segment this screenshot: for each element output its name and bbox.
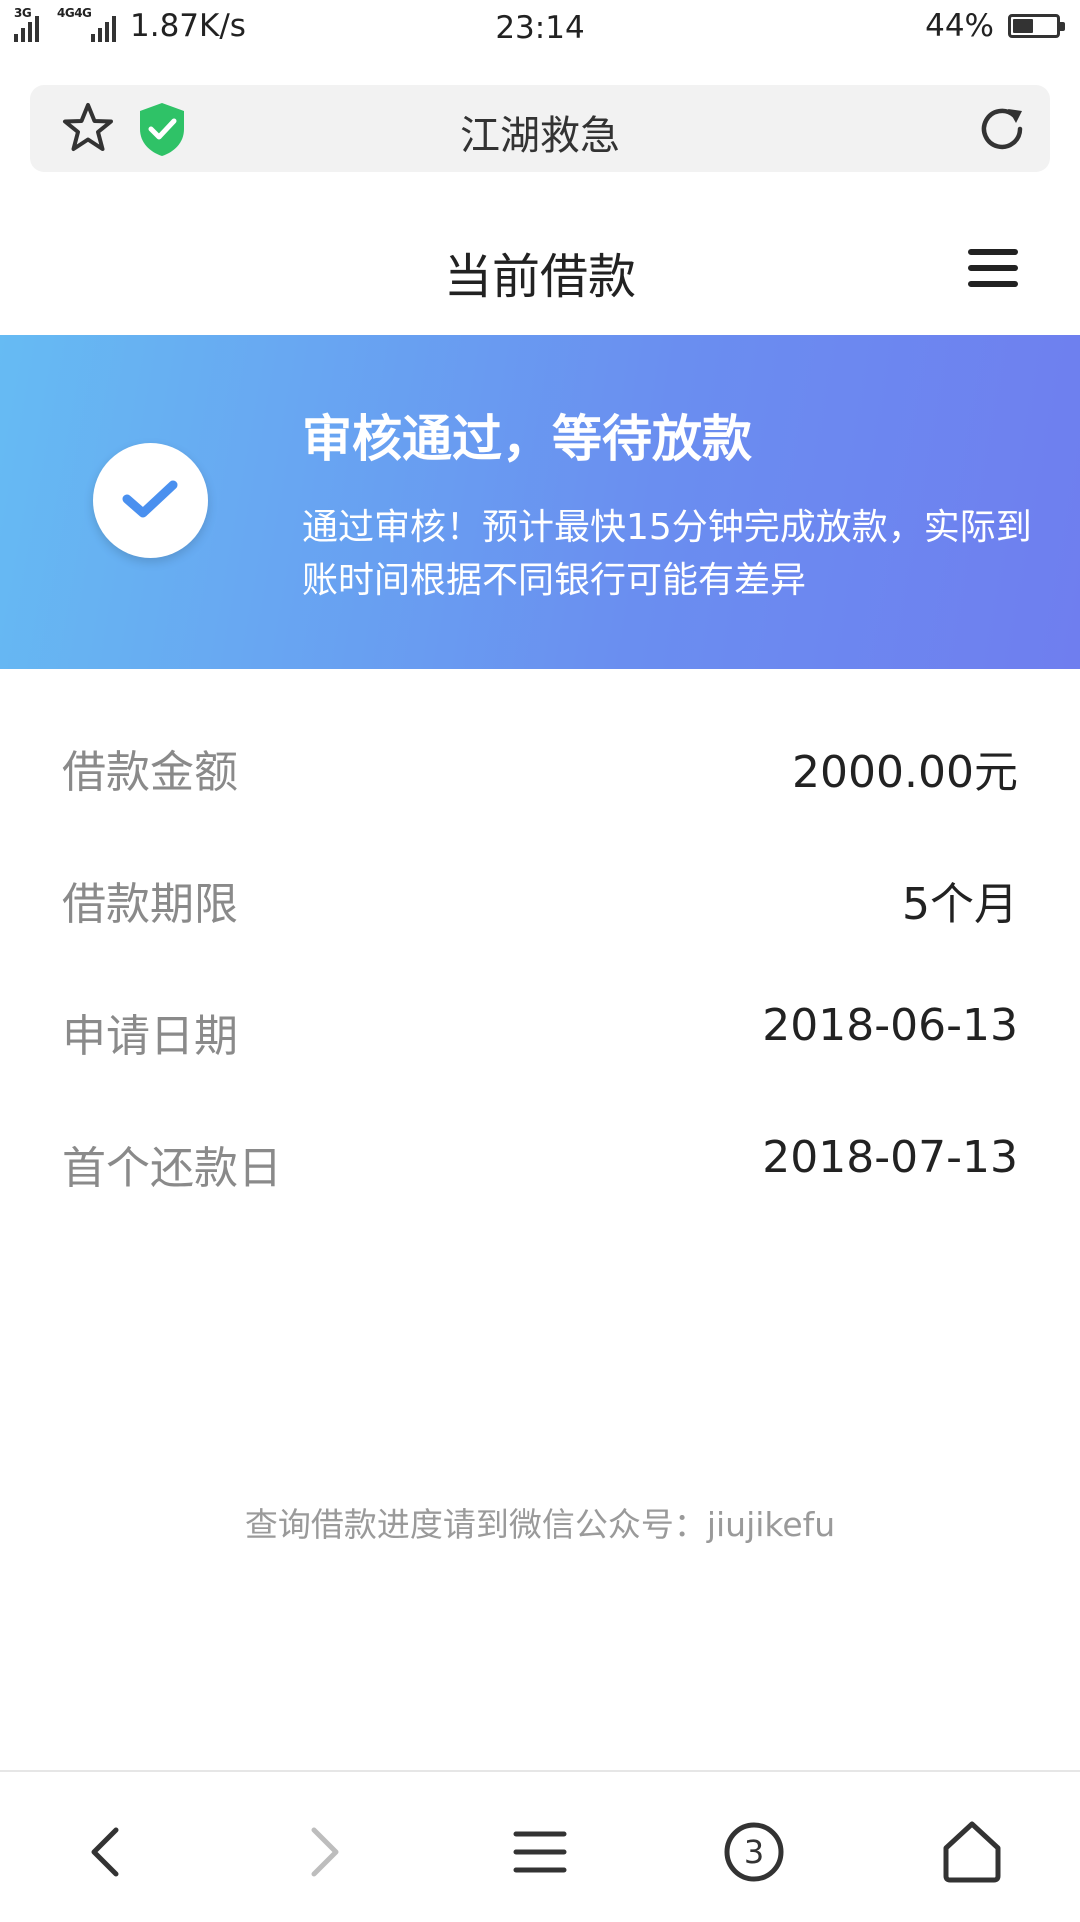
detail-label: 首个还款日 xyxy=(62,1143,282,1194)
back-icon[interactable] xyxy=(68,1812,148,1892)
detail-row: 首个还款日 2018-07-13 xyxy=(0,1096,1080,1228)
forward-icon[interactable] xyxy=(282,1812,362,1892)
loan-details: 借款金额 2000.00元 借款期限 5个月 申请日期 2018-06-13 首… xyxy=(0,700,1080,1228)
status-right: 44% xyxy=(925,8,1065,44)
check-circle-icon xyxy=(93,443,208,558)
home-icon[interactable] xyxy=(932,1812,1012,1892)
detail-value: 2018-07-13 xyxy=(762,1132,1018,1183)
detail-value: 2018-06-13 xyxy=(762,1000,1018,1051)
battery-icon xyxy=(1008,14,1065,38)
detail-label: 申请日期 xyxy=(62,1011,238,1062)
hamburger-menu-icon[interactable] xyxy=(968,249,1018,293)
address-bar[interactable]: 江湖救急 xyxy=(30,85,1050,172)
banner-title: 审核通过，等待放款 xyxy=(302,410,752,468)
battery-percent: 44% xyxy=(925,8,994,44)
menu-icon[interactable] xyxy=(500,1812,580,1892)
tabs-icon[interactable]: 3 xyxy=(714,1812,794,1892)
clock: 23:14 xyxy=(495,10,585,46)
bottom-nav: 3 xyxy=(0,1770,1080,1922)
detail-row: 申请日期 2018-06-13 xyxy=(0,964,1080,1096)
detail-value: 5个月 xyxy=(902,879,1018,930)
status-banner: 审核通过，等待放款 通过审核！预计最快15分钟完成放款，实际到账时间根据不同银行… xyxy=(0,335,1080,669)
refresh-icon[interactable] xyxy=(972,99,1032,159)
detail-value: 2000.00元 xyxy=(792,747,1018,798)
detail-row: 借款期限 5个月 xyxy=(0,832,1080,964)
detail-row: 借款金额 2000.00元 xyxy=(0,700,1080,832)
detail-label: 借款金额 xyxy=(62,747,238,798)
page-header: 当前借款 xyxy=(0,205,1080,335)
tab-count: 3 xyxy=(743,1833,765,1871)
detail-label: 借款期限 xyxy=(62,879,238,930)
status-bar: 3G 4G4G 1.87K/s 23:14 44% xyxy=(0,0,1080,58)
banner-description: 通过审核！预计最快15分钟完成放款，实际到账时间根据不同银行可能有差异 xyxy=(302,507,1032,601)
page-url-title[interactable]: 江湖救急 xyxy=(30,103,1050,161)
page-title: 当前借款 xyxy=(443,249,636,305)
footer-note: 查询借款进度请到微信公众号：jiujikefu xyxy=(244,1505,836,1544)
